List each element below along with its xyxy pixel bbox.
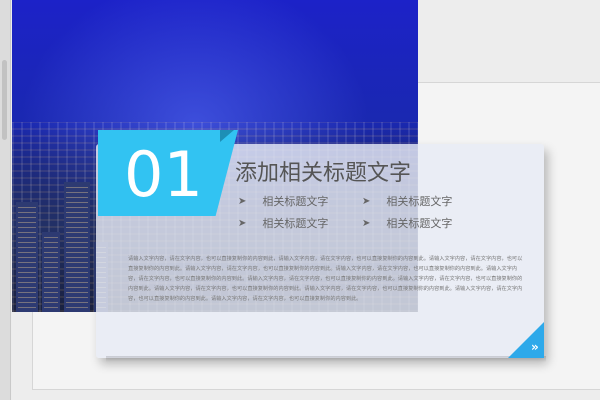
slide-canvas: 01 添加相关标题文字 ➤ 相关标题文字 ➤ 相关标题文字 ➤ 相关标题文字 ➤… — [0, 0, 600, 400]
sub-item-label: 相关标题文字 — [262, 217, 329, 230]
sub-item-label: 相关标题文字 — [386, 217, 453, 230]
card-shadow — [106, 356, 546, 362]
arrow-right-icon: ➤ — [238, 195, 247, 207]
arrow-right-icon: ➤ — [238, 217, 247, 229]
sub-item-label: 相关标题文字 — [386, 195, 453, 208]
body-paragraph: 请输入文字内容，请在文字内容，也可以直接复制你的内容到此，请输入文字内容，请在文… — [128, 256, 523, 302]
scrollbar-thumb[interactable] — [2, 60, 7, 140]
number-badge: 01 — [98, 130, 238, 216]
arrow-right-icon: ➤ — [362, 195, 371, 207]
sub-item: ➤ 相关标题文字 — [362, 193, 452, 209]
scrollbar[interactable] — [0, 0, 11, 400]
slide-title: 添加相关标题文字 — [235, 161, 412, 186]
arrow-right-icon: ➤ — [362, 217, 371, 229]
section-number: 01 — [124, 138, 203, 211]
sub-item: ➤ 相关标题文字 — [238, 215, 328, 231]
sub-item: ➤ 相关标题文字 — [362, 215, 452, 231]
sub-item: ➤ 相关标题文字 — [238, 193, 328, 209]
sub-item-label: 相关标题文字 — [262, 195, 329, 208]
chevron-right-icon[interactable]: » — [531, 340, 539, 354]
